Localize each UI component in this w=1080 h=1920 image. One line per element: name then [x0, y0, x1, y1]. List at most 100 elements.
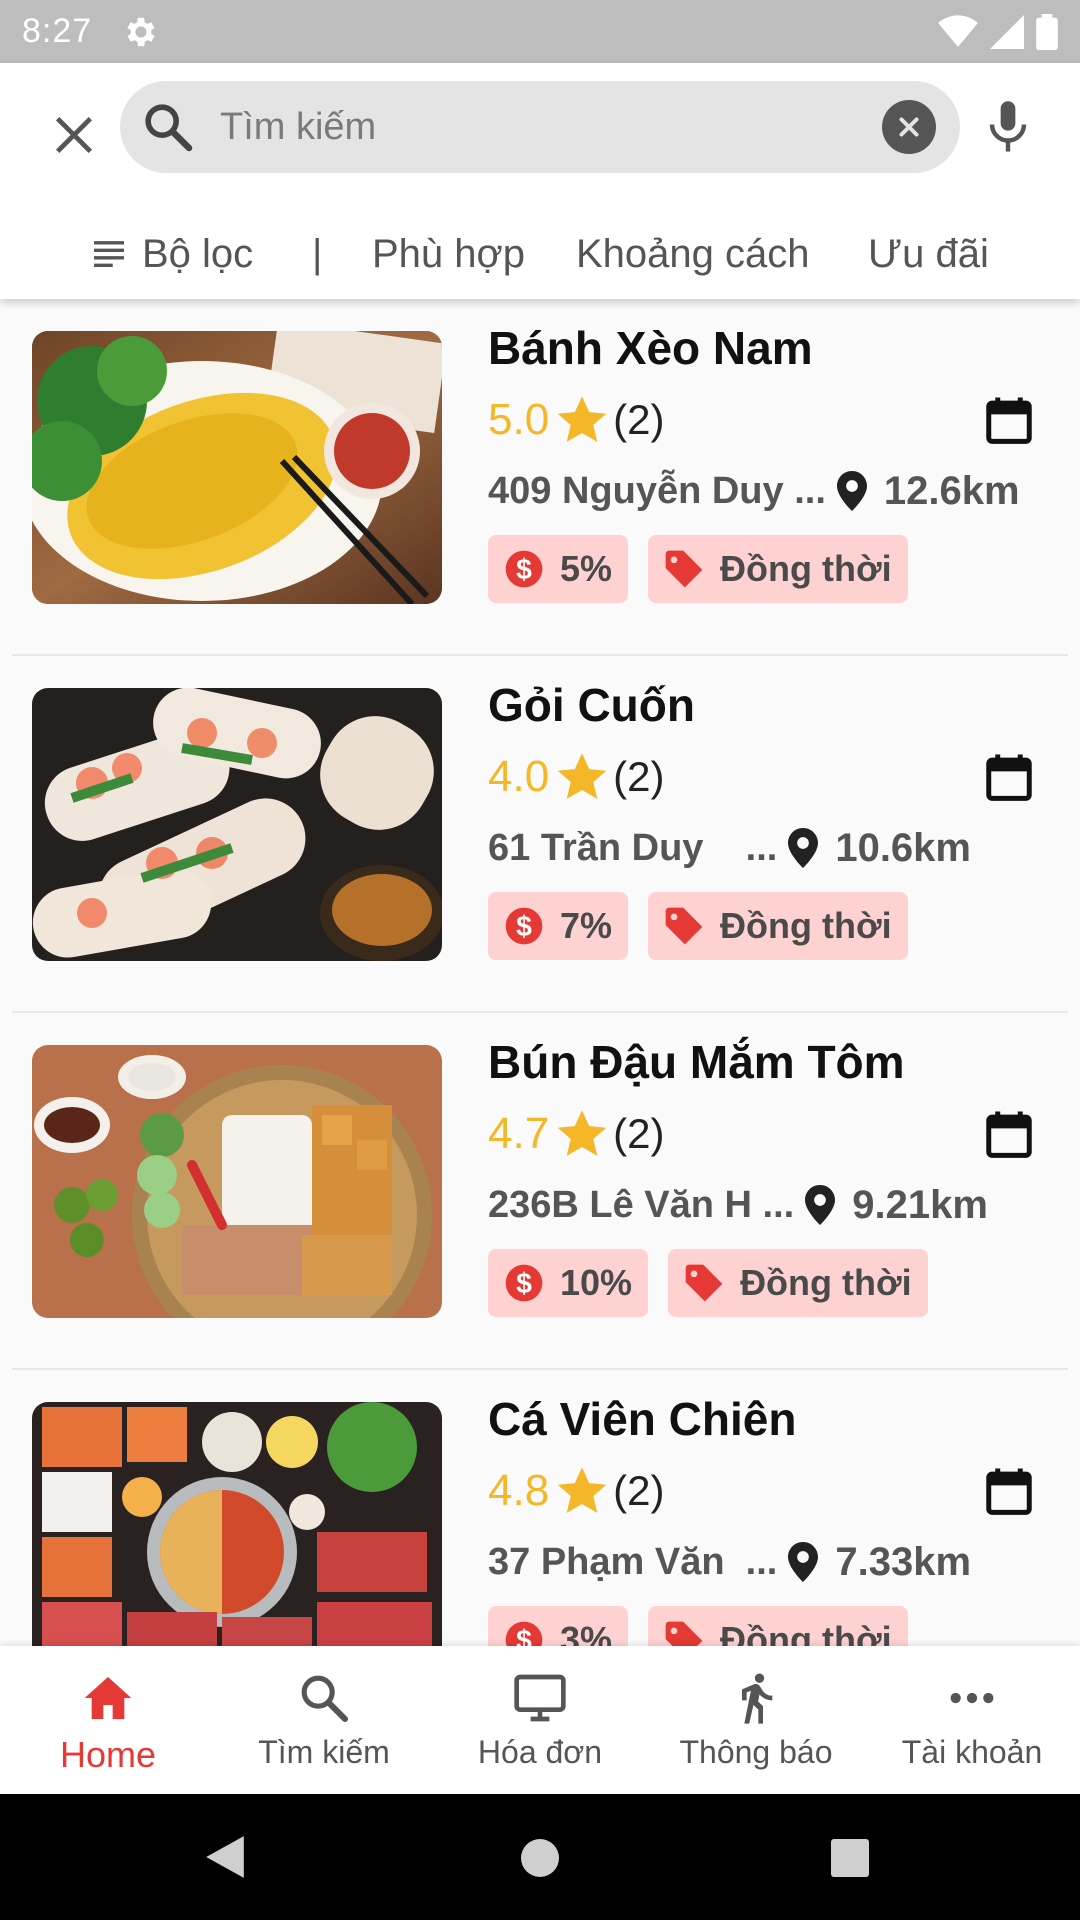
rating-row: 4.8 (2)	[488, 1456, 1048, 1526]
discount-value: 5%	[560, 548, 613, 589]
sort-distance[interactable]: Khoảng cách	[576, 232, 810, 277]
restaurant-name: Gỏi Cuốn	[488, 679, 695, 731]
promo-tags: $ 7% Đồng thời	[488, 892, 1048, 960]
restaurant-address: 37 Phạm Văn ...	[488, 1540, 778, 1583]
review-count: (2)	[613, 1110, 665, 1157]
status-time: 8:27	[22, 12, 93, 50]
promo-label: Đồng thời	[720, 905, 892, 946]
nav-search[interactable]: Tìm kiếm	[216, 1646, 432, 1794]
promo-tag: Đồng thời	[668, 1249, 928, 1317]
discount-tag: $ 3%	[488, 1606, 629, 1646]
rating-value: 4.7	[488, 1109, 550, 1158]
nav-label: Hóa đơn	[477, 1734, 603, 1770]
battery-icon	[1036, 13, 1058, 50]
sort-relevance[interactable]: Phù hợp	[372, 232, 525, 277]
restaurant-image-bun-dau	[32, 1045, 442, 1318]
system-navigation-bar	[0, 1794, 1080, 1920]
restaurant-name: Bánh Xèo Nam	[488, 322, 813, 374]
filter-label: Bộ lọc	[142, 231, 254, 276]
restaurant-card[interactable]: Bún Đậu Mắm Tôm 4.7 (2) 236B Lê Văn H ..…	[0, 1013, 1080, 1370]
dollar-coin-icon: $	[505, 907, 543, 945]
close-icon	[55, 116, 93, 154]
promo-tag: Đồng thời	[648, 535, 908, 603]
rating-row: 5.0 (2)	[488, 385, 1048, 455]
calendar-icon[interactable]	[982, 393, 1036, 447]
restaurant-card[interactable]: Gỏi Cuốn 4.0 (2) 61 Trần Duy ... 10.6km …	[0, 656, 1080, 1013]
calendar-icon[interactable]	[982, 1464, 1036, 1518]
svg-text:$: $	[516, 911, 532, 943]
rating-row: 4.0 (2)	[488, 742, 1048, 812]
restaurant-card[interactable]: Cá Viên Chiên 4.8 (2) 37 Phạm Văn ... 7.…	[0, 1370, 1080, 1646]
close-button[interactable]	[42, 103, 106, 167]
sort-deals[interactable]: Ưu đãi	[868, 232, 989, 277]
restaurant-address: 236B Lê Văn H ...	[488, 1183, 795, 1226]
location-pin-icon	[836, 471, 867, 511]
status-bar: 8:27	[0, 0, 1080, 63]
search-header: Bộ lọc | Phù hợp Khoảng cách Ưu đãi	[0, 63, 1080, 299]
search-input[interactable]	[220, 97, 882, 157]
restaurant-image-goi-cuon	[32, 688, 442, 961]
promo-tags: $ 5% Đồng thời	[488, 535, 1048, 603]
filter-separator: |	[312, 231, 323, 276]
nav-account[interactable]: Tài khoản	[864, 1646, 1080, 1794]
restaurant-card[interactable]: Bánh Xèo Nam 5.0 (2) 409 Nguyễn Duy ... …	[0, 299, 1080, 656]
calendar-icon[interactable]	[982, 1107, 1036, 1161]
svg-text:$: $	[516, 554, 532, 586]
promo-label: Đồng thời	[720, 548, 892, 589]
restaurant-name: Cá Viên Chiên	[488, 1393, 797, 1445]
search-icon	[145, 104, 193, 152]
restaurant-address: 409 Nguyễn Duy ...	[488, 469, 826, 512]
clear-icon	[899, 117, 919, 137]
restaurant-distance: 7.33km	[835, 1539, 972, 1584]
home-circle-icon[interactable]	[520, 1838, 560, 1878]
address-row: 236B Lê Văn H ... 9.21km	[488, 1173, 1048, 1237]
star-icon	[557, 396, 607, 442]
price-tag-icon	[665, 907, 703, 945]
filter-button[interactable]: Bộ lọc	[92, 232, 253, 277]
restaurant-info: Bánh Xèo Nam 5.0 (2) 409 Nguyễn Duy ... …	[488, 319, 1048, 603]
location-pin-icon	[788, 828, 819, 868]
restaurant-address: 61 Trần Duy ...	[488, 826, 778, 869]
nav-notifications[interactable]: Thông báo	[648, 1646, 864, 1794]
discount-tag: $ 10%	[488, 1249, 649, 1317]
filter-sort-bar: Bộ lọc | Phù hợp Khoảng cách Ưu đãi	[0, 211, 1080, 297]
nav-label: Tìm kiếm	[258, 1734, 390, 1770]
promo-tag: Đồng thời	[648, 892, 908, 960]
nav-label: Home	[59, 1734, 157, 1775]
price-tag-icon	[685, 1264, 723, 1302]
back-icon[interactable]	[204, 1834, 246, 1880]
nav-invoices[interactable]: Hóa đơn	[432, 1646, 648, 1794]
svg-text:$: $	[516, 1268, 532, 1300]
nav-label: Tài khoản	[901, 1734, 1043, 1770]
restaurant-info: Gỏi Cuốn 4.0 (2) 61 Trần Duy ... 10.6km …	[488, 676, 1048, 960]
clear-search-button[interactable]	[882, 100, 936, 154]
signal-icon	[990, 14, 1024, 49]
discount-value: 10%	[560, 1262, 633, 1303]
restaurant-distance: 9.21km	[852, 1182, 988, 1227]
voice-search-button[interactable]	[980, 99, 1036, 155]
review-count: (2)	[613, 1467, 665, 1514]
recents-icon[interactable]	[830, 1838, 870, 1878]
price-tag-icon	[665, 1621, 703, 1646]
restaurant-info: Cá Viên Chiên 4.8 (2) 37 Phạm Văn ... 7.…	[488, 1390, 1048, 1646]
promo-tags: $ 3% Đồng thời	[488, 1606, 1048, 1646]
restaurant-list[interactable]: Bánh Xèo Nam 5.0 (2) 409 Nguyễn Duy ... …	[0, 299, 1080, 1646]
nav-home[interactable]: Home	[0, 1646, 216, 1794]
home-icon	[84, 1677, 132, 1719]
filter-list-icon	[94, 241, 124, 267]
restaurant-name: Bún Đậu Mắm Tôm	[488, 1036, 905, 1088]
status-icons	[938, 13, 1058, 50]
review-count: (2)	[613, 396, 665, 443]
rating-row: 4.7 (2)	[488, 1099, 1048, 1169]
calendar-icon[interactable]	[982, 750, 1036, 804]
restaurant-distance: 10.6km	[835, 825, 971, 870]
star-icon	[557, 1467, 607, 1513]
location-pin-icon	[788, 1542, 819, 1582]
star-icon	[557, 753, 607, 799]
star-icon	[557, 1110, 607, 1156]
microphone-icon	[989, 101, 1027, 152]
dollar-coin-icon: $	[505, 1264, 543, 1302]
discount-tag: $ 5%	[488, 535, 629, 603]
restaurant-distance: 12.6km	[883, 468, 1020, 513]
discount-value: 3%	[560, 1619, 613, 1646]
